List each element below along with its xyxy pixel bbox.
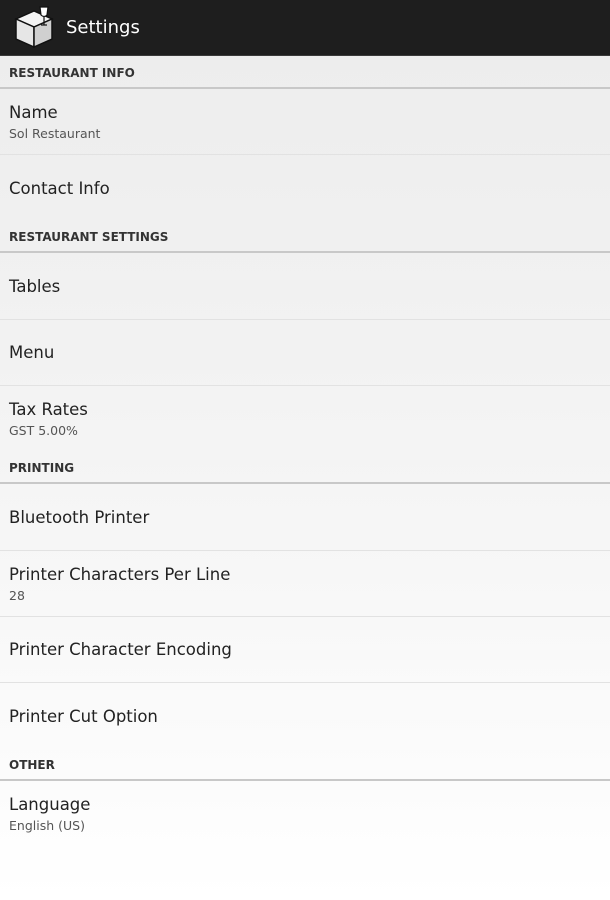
pref-printer-encoding[interactable]: Printer Character Encoding: [0, 617, 610, 683]
pref-title: Contact Info: [9, 178, 110, 198]
pref-menu[interactable]: Menu: [0, 320, 610, 386]
pref-summary: GST 5.00%: [9, 423, 78, 438]
pref-bluetooth-printer[interactable]: Bluetooth Printer: [0, 484, 610, 551]
pref-printer-chars-per-line[interactable]: Printer Characters Per Line 28: [0, 551, 610, 617]
category-restaurant-settings: RESTAURANT SETTINGS: [0, 221, 610, 253]
pref-contact-info[interactable]: Contact Info: [0, 155, 610, 221]
pref-summary: 28: [9, 587, 25, 603]
pref-title: Menu: [9, 343, 55, 362]
pref-printer-cut-option[interactable]: Printer Cut Option: [0, 683, 610, 749]
restaurant-box-icon[interactable]: [10, 3, 60, 53]
category-restaurant-info: RESTAURANT INFO: [0, 56, 610, 89]
pref-title: Name: [9, 102, 58, 122]
pref-title: Tax Rates: [9, 400, 88, 419]
pref-summary: English (US): [9, 818, 85, 833]
pref-summary: Sol Restaurant: [9, 125, 101, 141]
pref-title: Tables: [9, 276, 61, 296]
category-printing: PRINTING: [0, 452, 610, 484]
action-bar: Settings: [0, 0, 610, 56]
pref-title: Bluetooth Printer: [9, 507, 150, 527]
pref-language[interactable]: Language English (US): [0, 781, 610, 847]
category-other: OTHER: [0, 749, 610, 781]
pref-title: Printer Character Encoding: [9, 640, 232, 659]
pref-title: Language: [9, 795, 91, 814]
pref-title: Printer Cut Option: [9, 706, 158, 726]
pref-name[interactable]: Name Sol Restaurant: [0, 89, 610, 155]
page-title: Settings: [66, 17, 140, 38]
pref-title: Printer Characters Per Line: [9, 564, 231, 584]
pref-tax-rates[interactable]: Tax Rates GST 5.00%: [0, 386, 610, 452]
pref-tables[interactable]: Tables: [0, 253, 610, 320]
